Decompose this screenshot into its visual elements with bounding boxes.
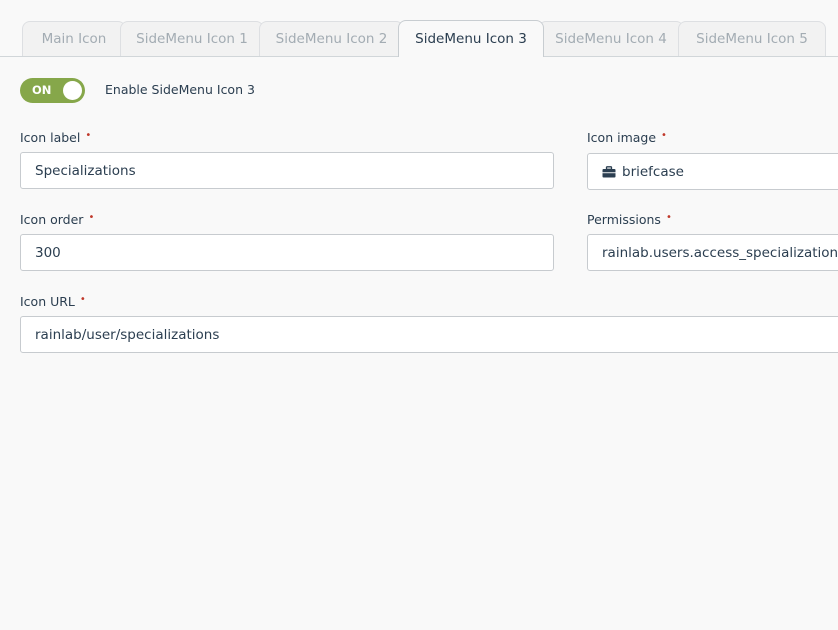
switch-label: Enable SideMenu Icon 3 xyxy=(105,82,255,97)
icon-url-value: rainlab/user/specializations xyxy=(35,326,220,343)
tab-sidemenu-icon-5[interactable]: SideMenu Icon 5 xyxy=(678,21,826,56)
icon-order-label-text: Icon order xyxy=(20,212,84,227)
briefcase-icon xyxy=(602,165,616,177)
tab-sidemenu-icon-2[interactable]: SideMenu Icon 2 xyxy=(259,21,404,56)
tab-main-icon[interactable]: Main Icon xyxy=(22,21,126,56)
active-tab-underline-cover xyxy=(399,56,543,58)
icon-order-value: 300 xyxy=(35,244,61,261)
required-marker: • xyxy=(79,294,86,305)
icon-image-value: briefcase xyxy=(622,163,684,180)
required-marker: • xyxy=(88,212,95,223)
form-page: Main Icon SideMenu Icon 1 SideMenu Icon … xyxy=(0,0,838,630)
icon-image-select[interactable]: briefcase xyxy=(587,153,838,190)
icon-order-input[interactable]: 300 xyxy=(20,234,554,271)
required-marker: • xyxy=(661,130,667,141)
permissions-field-label: Permissions • xyxy=(587,212,672,227)
permissions-value: rainlab.users.access_specializations xyxy=(602,244,838,261)
icon-url-label-text: Icon URL xyxy=(20,294,75,309)
icon-label-field-label: Icon label • xyxy=(20,130,91,145)
switch-knob xyxy=(63,81,82,100)
icon-url-field-label: Icon URL • xyxy=(20,294,86,309)
required-marker: • xyxy=(665,212,672,223)
permissions-input[interactable]: rainlab.users.access_specializations xyxy=(587,234,838,271)
icon-order-field-label: Icon order • xyxy=(20,212,94,227)
switch-state-text: ON xyxy=(32,83,52,97)
tab-sidemenu-icon-4[interactable]: SideMenu Icon 4 xyxy=(538,21,684,56)
enable-sidemenu-icon-3-switch[interactable]: ON xyxy=(20,78,85,103)
enable-toggle-row: ON Enable SideMenu Icon 3 xyxy=(20,78,255,103)
icon-label-value: Specializations xyxy=(35,162,136,179)
icon-url-input[interactable]: rainlab/user/specializations xyxy=(20,316,838,353)
icon-image-label-text: Icon image xyxy=(587,130,657,145)
icon-label-label-text: Icon label xyxy=(20,130,81,145)
icon-image-field-label: Icon image • xyxy=(587,130,667,145)
tab-bar: Main Icon SideMenu Icon 1 SideMenu Icon … xyxy=(0,0,838,58)
tab-sidemenu-icon-3[interactable]: SideMenu Icon 3 xyxy=(398,20,544,57)
tab-sidemenu-icon-1[interactable]: SideMenu Icon 1 xyxy=(120,21,264,56)
permissions-label-text: Permissions xyxy=(587,212,661,227)
required-marker: • xyxy=(85,130,92,141)
icon-label-input[interactable]: Specializations xyxy=(20,152,554,189)
